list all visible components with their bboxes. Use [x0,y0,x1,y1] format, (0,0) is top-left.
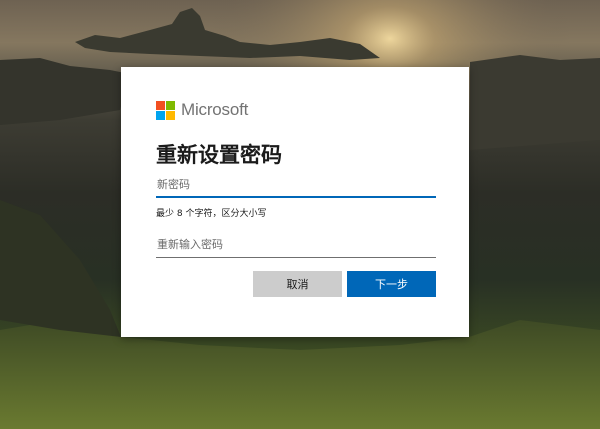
dialog-title: 重新设置密码 [156,143,282,167]
logo-square-red [156,100,165,110]
desktop-background: Microsoft 重新设置密码 最少 8 个字符，区分大小写 取消 下一步 [0,0,600,429]
logo-square-yellow [166,110,175,120]
logo-square-blue [156,110,165,120]
password-hint: 最少 8 个字符，区分大小写 [156,209,267,219]
next-button[interactable]: 下一步 [347,271,436,297]
microsoft-windows-icon [156,100,175,120]
brand-name: Microsoft [181,100,249,119]
reset-password-dialog: Microsoft 重新设置密码 最少 8 个字符，区分大小写 取消 下一步 [121,67,469,337]
microsoft-logo: Microsoft [156,100,248,120]
confirm-password-input[interactable] [156,232,436,258]
new-password-input[interactable] [156,172,436,198]
logo-square-green [166,100,175,110]
cancel-button[interactable]: 取消 [253,271,342,297]
